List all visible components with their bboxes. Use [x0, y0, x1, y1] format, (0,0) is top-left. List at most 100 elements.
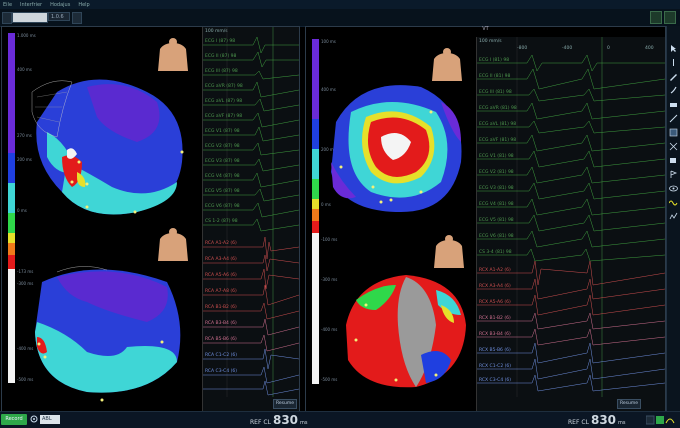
resume-button[interactable]: Resume [617, 399, 641, 409]
vt-heart-map-top[interactable] [321, 72, 471, 222]
lead-label: ECG aVR (87) 98 [205, 84, 243, 89]
graph-icon[interactable] [669, 212, 678, 221]
lead-label: RCA C3-C4 (6) [205, 369, 237, 374]
catheter-field[interactable]: ABL [40, 415, 60, 424]
heart-map-bottom[interactable] [27, 252, 192, 402]
menu-item-hodajus[interactable]: Hodajus [50, 2, 70, 8]
lead-label: ECG II (87) 98 [205, 54, 237, 59]
map-selector[interactable] [12, 12, 48, 23]
pointer-icon[interactable] [669, 44, 678, 53]
scale-mark: -500 ms [321, 377, 338, 382]
home-icon[interactable] [2, 12, 12, 24]
torso-orientation-icon[interactable] [152, 37, 194, 73]
lead-label: ECG V3 (87) 98 [205, 159, 240, 164]
lead-label: RCX A5-A6 (6) [479, 300, 511, 305]
lead-label: RCA A7-A8 (6) [205, 289, 237, 294]
torso-orientation-icon[interactable] [428, 234, 470, 270]
eraser-icon[interactable] [669, 100, 678, 109]
status-bar: Record ABL REF CL 830 ms REF CL 830 ms [0, 411, 680, 428]
record-button[interactable]: Record [1, 414, 27, 425]
lead-label: RCA A5-A6 (6) [205, 273, 237, 278]
menu-item-interfrier[interactable]: Interfrier [20, 2, 42, 8]
scale-mark: -400 ms [321, 327, 338, 332]
wave-icon[interactable] [669, 198, 678, 207]
layout-icon[interactable] [650, 11, 662, 24]
heart-map-top[interactable] [27, 62, 192, 222]
lead-label: RCX A1-A2 (6) [479, 268, 511, 273]
resume-button[interactable]: Resume [273, 399, 297, 409]
tag-icon[interactable] [669, 156, 678, 165]
flag-icon[interactable] [669, 170, 678, 179]
eye-icon[interactable] [669, 184, 678, 193]
line-tool-icon[interactable] [669, 58, 678, 67]
brush-icon[interactable] [669, 86, 678, 95]
cl-unit: ms [300, 420, 308, 426]
system-status-icons [646, 415, 675, 425]
lead-label: ECG V4 (81) 98 [479, 202, 514, 207]
menu-item-help[interactable]: Help [78, 2, 89, 8]
lead-label: ECG aVR (81) 98 [479, 106, 517, 111]
lead-label: ECG V3 (81) 98 [479, 186, 514, 191]
lead-label: ECG V1 (81) 98 [479, 154, 514, 159]
tool-sidebar [666, 26, 680, 412]
ecg-trace-panel[interactable]: 100 mm/s -800 -400 0 400 ECG I (81) 98 E… [476, 37, 665, 411]
lead-label: CS 1-2 (87) 98 [205, 219, 238, 224]
lead-label: CS 3-4 (81) 98 [479, 250, 512, 255]
activation-scale[interactable] [8, 33, 15, 383]
lead-label: ECG aVF (87) 98 [205, 114, 243, 119]
lead-label: ECG V4 (87) 98 [205, 174, 240, 179]
select-icon[interactable] [669, 128, 678, 137]
torso-orientation-icon[interactable] [152, 227, 194, 263]
lead-label: ECG I (81) 98 [479, 58, 510, 63]
lead-label: RCX C3-C4 (6) [479, 378, 511, 383]
lead-label: RCA C1-C2 (6) [205, 353, 237, 358]
lead-label: RCA B1-B2 (6) [205, 305, 237, 310]
ref-label: REF [250, 419, 262, 426]
ref-cycle-length-right: REF CL 830 ms [568, 413, 626, 427]
lead-label: ECG V5 (87) 98 [205, 189, 240, 194]
ecg-trace-panel[interactable]: 100 mm/s ECG I (87) 98 ECG II (87) 98 EC… [202, 27, 299, 411]
grid-icon[interactable] [664, 11, 676, 24]
lead-label: ECG V6 (87) 98 [205, 204, 240, 209]
cl-unit: ms [618, 420, 626, 426]
lead-label: ECG V2 (87) 98 [205, 144, 240, 149]
vt-heart-map-bottom[interactable] [336, 265, 476, 395]
right-map-panel: VT 100 ms 400 ms 200 ms 0 ms -100 ms -30… [305, 26, 666, 412]
scale-mark: 0 ms [17, 208, 27, 213]
activation-scale[interactable] [312, 39, 319, 384]
pen-icon[interactable] [669, 72, 678, 81]
ref-label: REF [568, 419, 580, 426]
lead-label: ECG III (87) 98 [205, 69, 238, 74]
menu-bar: Eile Interfrier Hodajus Help [0, 0, 680, 9]
lead-label: ECG III (81) 98 [479, 90, 512, 95]
lead-label: RCA B3-B4 (6) [205, 321, 237, 326]
scale-top-label: 100 ms [321, 39, 336, 44]
lead-label: ECG II (81) 98 [479, 74, 511, 79]
menu-item-file[interactable]: Eile [3, 2, 12, 8]
lead-label: RCA B5-B6 (6) [205, 337, 237, 342]
map-field[interactable]: 1.0.6 [48, 12, 70, 21]
wand-icon[interactable] [669, 114, 678, 123]
dropdown-icon[interactable] [72, 12, 82, 24]
settings-gear-icon[interactable] [30, 415, 38, 423]
lead-label: ECG I (87) 98 [205, 39, 236, 44]
lead-label: RCX C1-C2 (6) [479, 364, 511, 369]
cl-label: CL [581, 419, 589, 426]
lead-label: ECG V6 (81) 98 [479, 234, 514, 239]
cl-label: CL [263, 419, 271, 426]
cut-icon[interactable] [669, 142, 678, 151]
map-title: VT [482, 26, 489, 32]
lead-label: ECG V2 (81) 98 [479, 170, 514, 175]
lead-label: RCX B1-B2 (6) [479, 316, 511, 321]
ref-cycle-length-center: REF CL 830 ms [250, 413, 308, 427]
scale-top-label: 1.000 ms [17, 33, 36, 38]
torso-orientation-icon[interactable] [426, 47, 468, 83]
lead-label: ECG V1 (87) 98 [205, 129, 240, 134]
lead-label: RCX A3-A4 (6) [479, 284, 511, 289]
lead-label: ECG V5 (81) 98 [479, 218, 514, 223]
toolbar: 1.0.6 [0, 9, 680, 27]
scale-mark: -300 ms [321, 277, 338, 282]
lead-label: RCX B3-B4 (6) [479, 332, 511, 337]
toolbar-right [650, 11, 676, 24]
scale-low-label: -100 ms [321, 237, 338, 242]
